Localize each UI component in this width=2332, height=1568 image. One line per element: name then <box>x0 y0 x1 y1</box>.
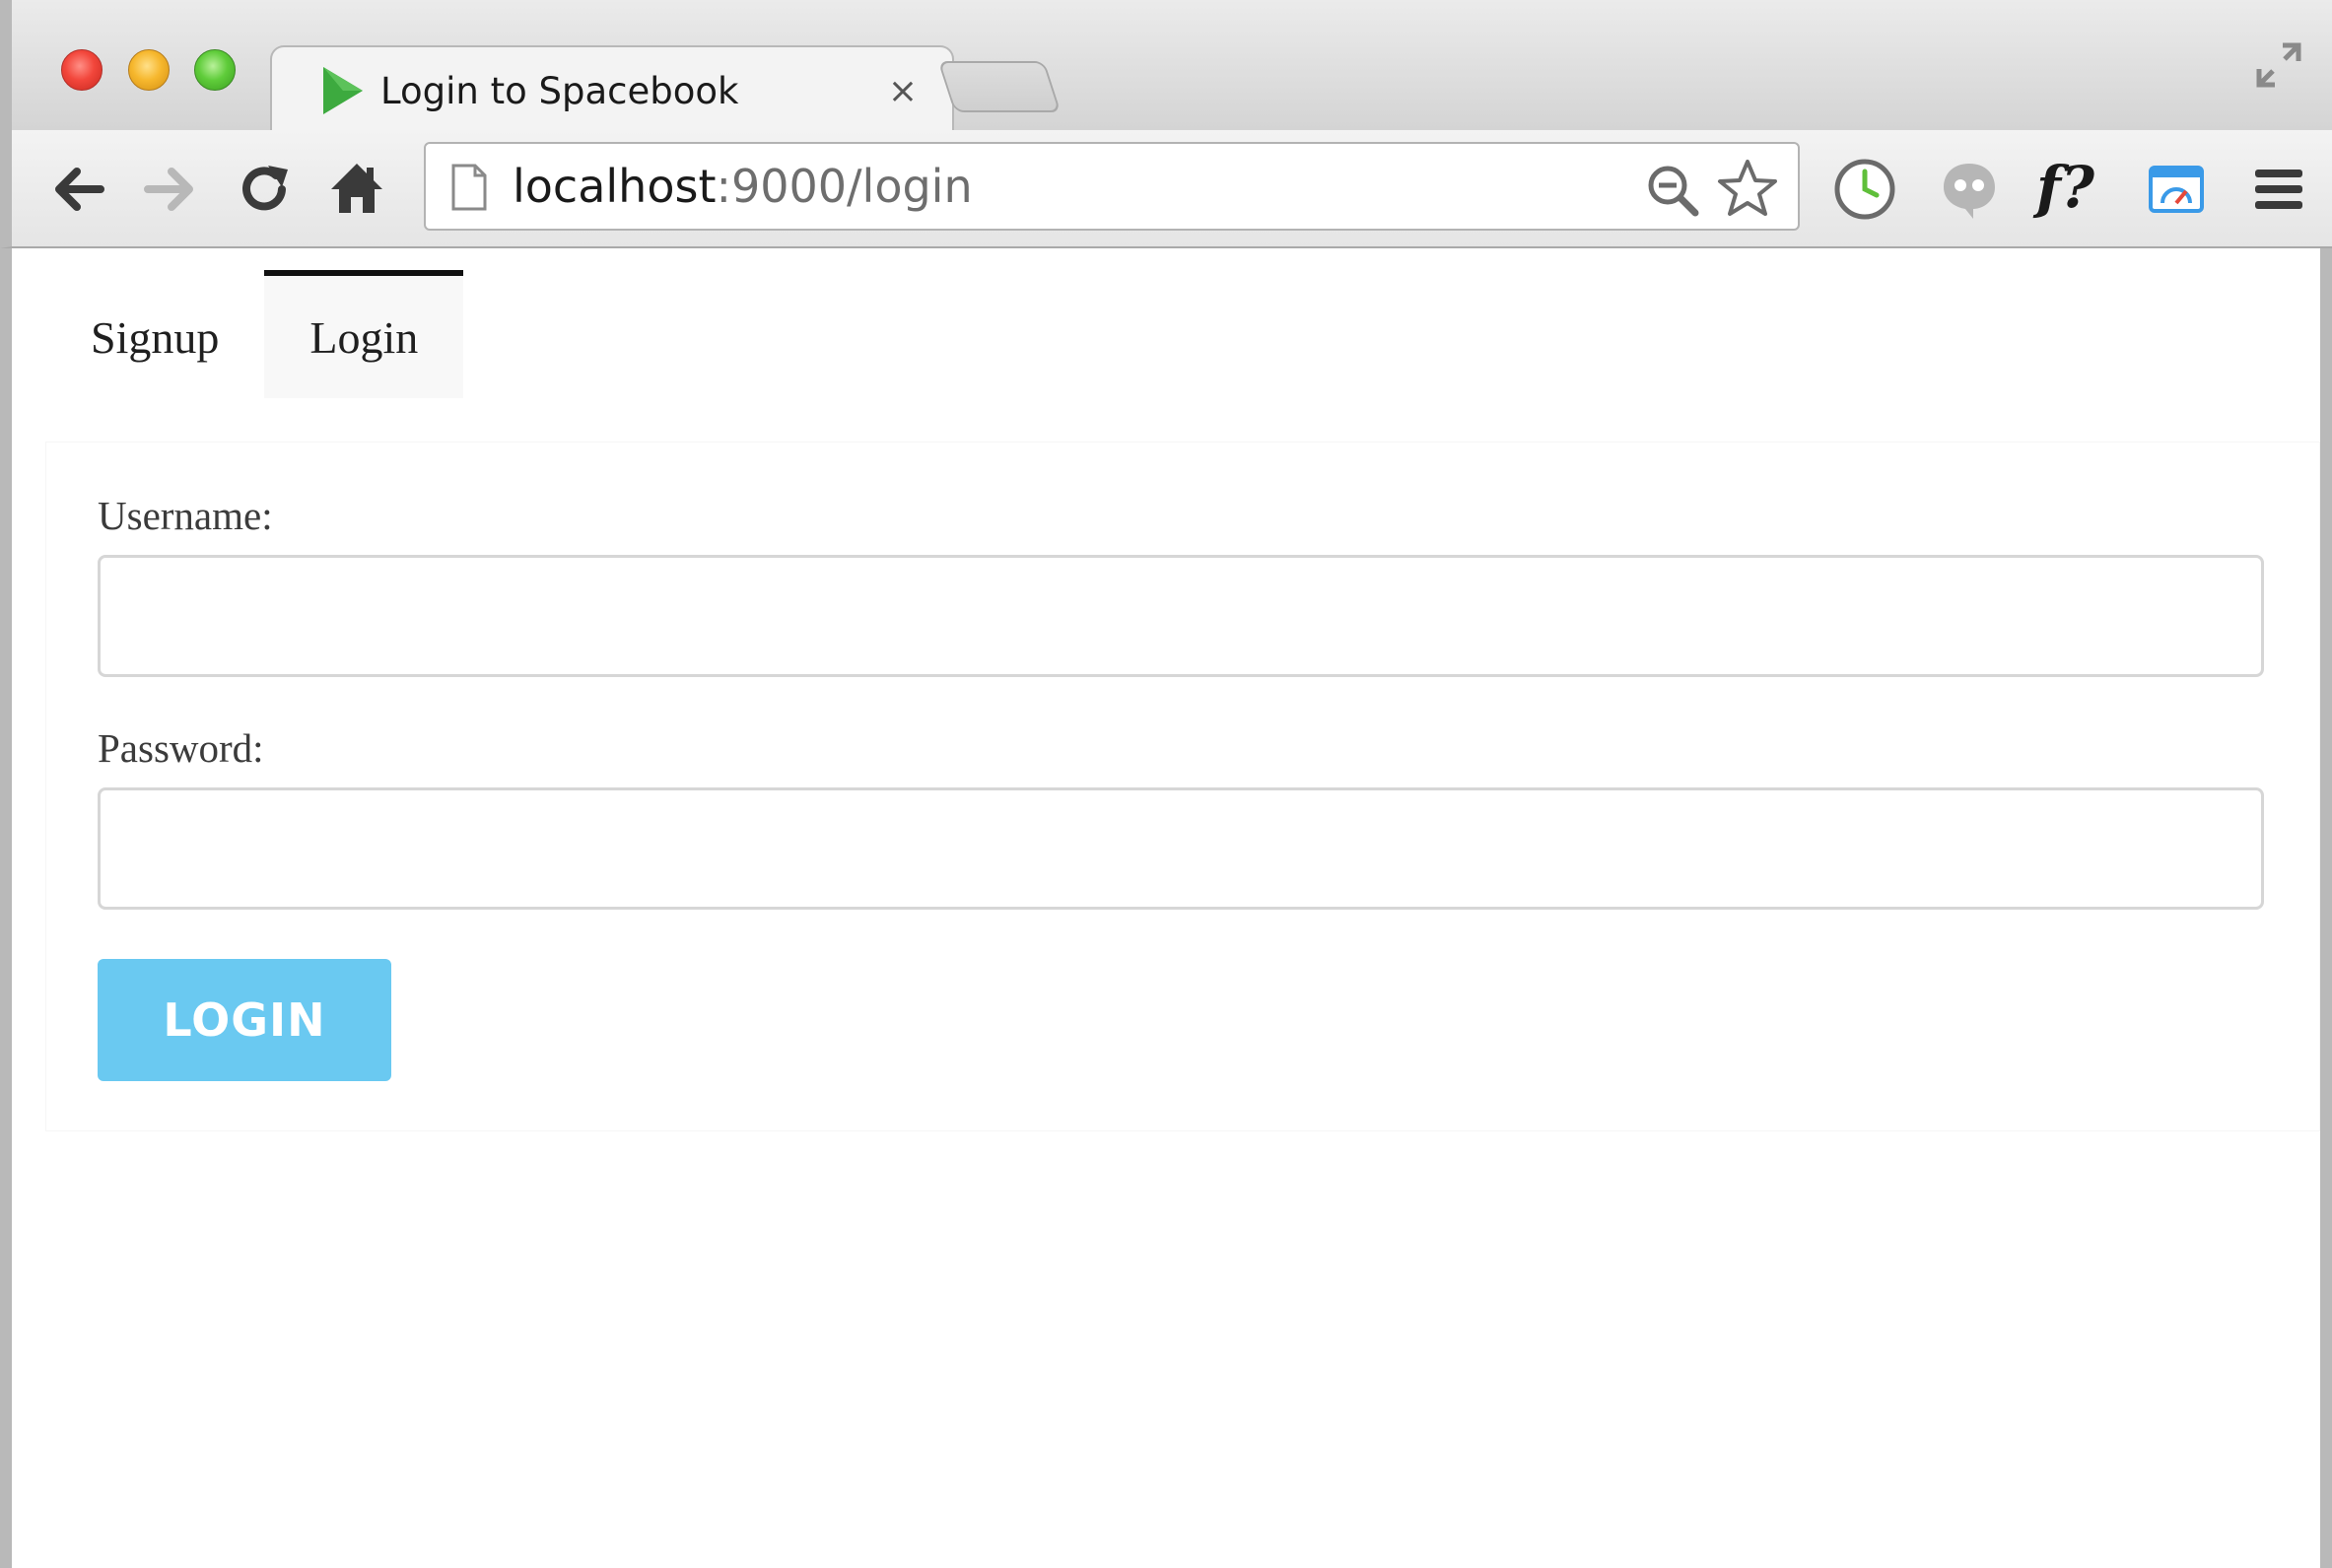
back-arrow-icon[interactable] <box>47 158 110 221</box>
address-bar[interactable]: localhost:9000/login <box>424 142 1800 231</box>
clock-extension-icon[interactable] <box>1831 156 1898 223</box>
star-icon[interactable] <box>1717 158 1778 219</box>
password-input[interactable] <box>98 787 2264 910</box>
login-form: Username: Password: LOGIN <box>45 442 2320 1131</box>
window-minimize-button[interactable] <box>128 49 170 91</box>
url-path: :9000/login <box>716 160 973 213</box>
speed-extension-icon[interactable] <box>2145 158 2208 221</box>
username-input[interactable] <box>98 555 2264 677</box>
fullscreen-icon[interactable] <box>2255 41 2302 89</box>
tab-close-icon[interactable]: × <box>883 71 923 111</box>
window-close-button[interactable] <box>61 49 103 91</box>
window-maximize-button[interactable] <box>194 49 236 91</box>
tab-strip: Login to Spacebook × <box>0 0 2332 134</box>
reload-icon[interactable] <box>233 158 296 221</box>
browser-tab-active[interactable]: Login to Spacebook × <box>270 45 954 134</box>
zoom-icon[interactable] <box>1644 162 1699 217</box>
username-label: Username: <box>98 493 273 538</box>
password-label: Password: <box>98 725 264 771</box>
nav-tabs: Signup Login <box>45 270 464 398</box>
menu-icon[interactable] <box>2247 158 2310 221</box>
forward-arrow-icon[interactable] <box>138 158 201 221</box>
quote-extension-icon[interactable] <box>1938 158 2001 221</box>
browser-window: Login to Spacebook × localhost:9000/logi… <box>0 0 2332 1568</box>
tab-signup[interactable]: Signup <box>45 270 264 398</box>
page-viewport: Signup Login Username: Password: LOGIN <box>0 248 2332 1568</box>
browser-toolbar: localhost:9000/login f? <box>0 130 2332 248</box>
url-text[interactable]: localhost:9000/login <box>513 160 973 213</box>
tab-title: Login to Spacebook <box>380 69 739 112</box>
login-button[interactable]: LOGIN <box>98 959 391 1081</box>
play-triangle-icon <box>323 67 363 114</box>
url-host: localhost <box>513 160 717 213</box>
home-icon[interactable] <box>325 158 388 221</box>
font-extension-icon[interactable]: f? <box>2036 148 2119 227</box>
tab-login[interactable]: Login <box>264 270 464 398</box>
new-tab-button[interactable] <box>937 61 1062 112</box>
page-icon <box>451 164 487 211</box>
